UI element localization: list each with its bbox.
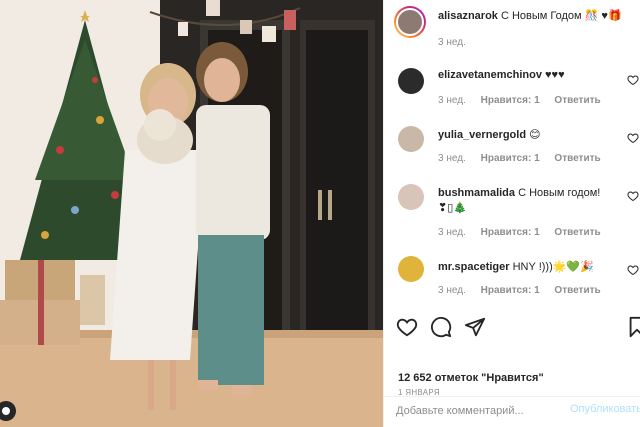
heart-icon[interactable]	[396, 316, 418, 338]
avatar[interactable]	[398, 256, 424, 282]
heart-icon[interactable]	[627, 264, 639, 276]
comment-text: HNY !)))🌟💚🎉	[512, 261, 594, 273]
post-panel: alisaznarok С Новым Годом 🎊 ♥🎁 3 нед. el…	[383, 0, 640, 427]
comment-username[interactable]: elizavetanemchinov	[438, 69, 542, 81]
reply-button[interactable]: Ответить	[554, 227, 600, 238]
comment-likes[interactable]: Нравится: 1	[481, 285, 540, 296]
comment-username[interactable]: mr.spacetiger	[438, 261, 510, 273]
comment-item: yulia_vernergold 😊 3 нед. Нравится: 1 От…	[384, 120, 640, 178]
author-avatar[interactable]	[394, 6, 426, 38]
heart-icon[interactable]	[627, 190, 639, 202]
heart-icon[interactable]	[627, 74, 639, 86]
comment-age: 3 нед.	[438, 153, 466, 164]
comment-input[interactable]	[396, 405, 556, 417]
author-username[interactable]: alisaznarok	[438, 10, 498, 22]
reply-button[interactable]: Ответить	[554, 285, 600, 296]
avatar[interactable]	[398, 68, 424, 94]
publish-button[interactable]: Опубликовать	[570, 403, 640, 415]
post-caption: alisaznarok С Новым Годом 🎊 ♥🎁 3 нед.	[384, 0, 640, 60]
comment-item: mr.spacetiger HNY !)))🌟💚🎉 3 нед. Нравитс…	[384, 250, 640, 308]
comment-text: 😊	[529, 129, 541, 141]
comment-age: 3 нед.	[438, 227, 466, 238]
share-icon[interactable]	[464, 316, 486, 338]
comment-text: С Новым годом!	[518, 187, 601, 199]
comment-item: bushmamalida С Новым годом! ❣▯🎄 3 нед. Н…	[384, 178, 640, 250]
comment-age: 3 нед.	[438, 95, 466, 106]
reply-button[interactable]: Ответить	[554, 153, 600, 164]
bookmark-icon[interactable]	[626, 316, 640, 338]
comment-icon[interactable]	[430, 316, 452, 338]
comment-likes[interactable]: Нравится: 1	[481, 227, 540, 238]
caption-age: 3 нед.	[438, 37, 466, 48]
caption-text: С Новым Годом 🎊 ♥🎁	[500, 10, 622, 22]
heart-icon[interactable]	[627, 132, 639, 144]
comment-likes[interactable]: Нравится: 1	[481, 153, 540, 164]
post-photo[interactable]	[0, 0, 383, 427]
comment-likes[interactable]: Нравится: 1	[481, 95, 540, 106]
reply-button[interactable]: Ответить	[554, 95, 600, 106]
action-bar	[384, 312, 640, 342]
comment-text: ♥♥♥	[545, 69, 565, 81]
comment-item: elizavetanemchinov ♥♥♥ 3 нед. Нравится: …	[384, 60, 640, 120]
comment-username[interactable]: bushmamalida	[438, 187, 515, 199]
avatar[interactable]	[398, 126, 424, 152]
avatar[interactable]	[398, 184, 424, 210]
photo-illustration	[0, 0, 383, 427]
comment-composer: Опубликовать	[384, 396, 640, 427]
comment-text-line2: ❣▯🎄	[438, 202, 467, 214]
comment-age: 3 нед.	[438, 285, 466, 296]
comment-username[interactable]: yulia_vernergold	[438, 129, 526, 141]
likes-count[interactable]: 12 652 отметок "Нравится"	[398, 372, 544, 384]
